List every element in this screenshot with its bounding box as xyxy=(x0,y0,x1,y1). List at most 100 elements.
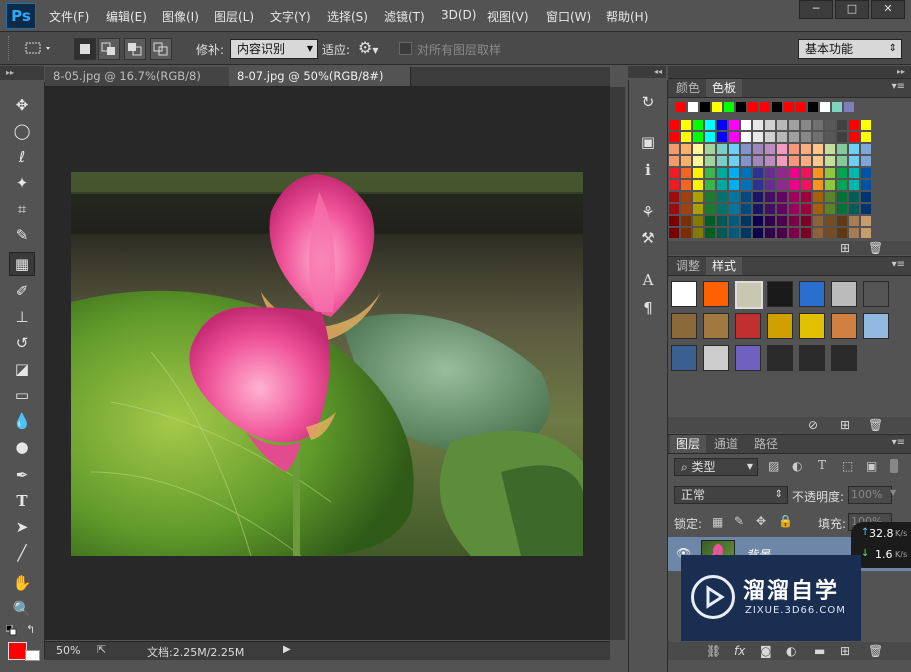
color-swatch[interactable] xyxy=(741,216,751,226)
color-swatch[interactable] xyxy=(861,180,871,190)
character-icon[interactable]: A xyxy=(638,270,658,290)
new-swatch-icon[interactable]: ⊞ xyxy=(840,241,850,255)
vertical-scrollbar[interactable] xyxy=(610,87,625,640)
color-swatch[interactable] xyxy=(849,204,859,214)
color-swatch[interactable] xyxy=(825,192,835,202)
color-swatch[interactable] xyxy=(801,216,811,226)
line-tool-icon[interactable]: ╱ xyxy=(10,542,34,564)
gradient-tool-icon[interactable]: ▭ xyxy=(10,384,34,406)
color-swatch[interactable] xyxy=(837,180,847,190)
style-preset[interactable] xyxy=(831,313,857,339)
link-layers-icon[interactable]: ⛓ xyxy=(706,644,721,658)
color-swatch[interactable] xyxy=(777,156,787,166)
style-preset[interactable] xyxy=(767,281,793,307)
type-tool-icon[interactable]: T xyxy=(10,490,34,512)
color-swatch[interactable] xyxy=(837,228,847,238)
color-swatch[interactable] xyxy=(729,228,739,238)
color-swatch[interactable] xyxy=(789,192,799,202)
color-swatch[interactable] xyxy=(681,204,691,214)
magic-wand-tool-icon[interactable]: ✦ xyxy=(10,172,34,194)
tab-swatches[interactable]: 色板 xyxy=(706,79,743,97)
color-swatch[interactable] xyxy=(729,192,739,202)
group-folder-icon[interactable]: ▬ xyxy=(814,644,825,658)
color-swatch[interactable] xyxy=(753,120,763,130)
color-swatch[interactable] xyxy=(741,228,751,238)
default-colors-icon[interactable] xyxy=(5,624,18,637)
color-swatch[interactable] xyxy=(741,192,751,202)
color-swatch[interactable] xyxy=(765,120,775,130)
color-swatch[interactable] xyxy=(765,144,775,154)
recent-swatch[interactable] xyxy=(748,102,758,112)
info-icon[interactable]: ℹ xyxy=(638,160,658,180)
color-swatch[interactable] xyxy=(837,192,847,202)
trash-icon[interactable]: 🗑 xyxy=(868,644,883,658)
color-swatch[interactable] xyxy=(849,180,859,190)
path-selection-tool-icon[interactable]: ➤ xyxy=(10,516,34,538)
zoom-level[interactable]: 50% xyxy=(56,644,80,657)
color-swatch[interactable] xyxy=(825,168,835,178)
filter-shape-icon[interactable]: ⬚ xyxy=(842,459,853,473)
color-swatch[interactable] xyxy=(777,132,787,142)
style-preset[interactable] xyxy=(671,281,697,307)
panel-menu-icon[interactable]: ▾≡ xyxy=(892,259,905,270)
color-swatch[interactable] xyxy=(669,228,679,238)
new-selection-icon[interactable] xyxy=(74,38,96,60)
color-swatch[interactable] xyxy=(789,156,799,166)
style-preset[interactable] xyxy=(703,281,729,307)
trash-icon[interactable]: 🗑 xyxy=(868,241,883,255)
color-swatch[interactable] xyxy=(825,144,835,154)
color-swatch[interactable] xyxy=(861,228,871,238)
clone-stamp-tool-icon[interactable]: ⊥ xyxy=(10,306,34,328)
filter-toggle[interactable] xyxy=(890,459,898,473)
adapt-gear-icon[interactable]: ⚙▼ xyxy=(358,38,384,58)
strip-collapse-icon[interactable]: ◂◂ xyxy=(628,66,666,78)
menu-filter[interactable]: 滤镜(T) xyxy=(384,8,425,25)
add-selection-icon[interactable] xyxy=(98,38,120,60)
opacity-dropdown-icon[interactable]: ▼ xyxy=(890,488,896,497)
color-swatch[interactable] xyxy=(777,120,787,130)
color-swatch[interactable] xyxy=(837,204,847,214)
recent-swatch[interactable] xyxy=(700,102,710,112)
style-preset[interactable] xyxy=(831,281,857,307)
color-swatch[interactable] xyxy=(705,156,715,166)
color-swatch[interactable] xyxy=(753,156,763,166)
pen-tool-icon[interactable]: ✒ xyxy=(10,464,34,486)
color-swatch[interactable] xyxy=(837,132,847,142)
color-swatch[interactable] xyxy=(741,144,751,154)
color-swatch[interactable] xyxy=(705,144,715,154)
color-swatch[interactable] xyxy=(729,204,739,214)
color-swatch[interactable] xyxy=(765,168,775,178)
color-swatch[interactable] xyxy=(777,204,787,214)
style-preset[interactable] xyxy=(703,345,729,371)
style-preset[interactable] xyxy=(671,345,697,371)
recent-swatch[interactable] xyxy=(796,102,806,112)
marquee-tool-icon[interactable]: ◯ xyxy=(10,120,34,142)
menu-select[interactable]: 选择(S) xyxy=(327,8,368,25)
color-swatch[interactable] xyxy=(705,132,715,142)
color-swatch[interactable] xyxy=(789,204,799,214)
color-swatch[interactable] xyxy=(801,204,811,214)
color-swatch[interactable] xyxy=(849,132,859,142)
color-swatch[interactable] xyxy=(669,216,679,226)
color-swatch[interactable] xyxy=(717,156,727,166)
menu-file[interactable]: 文件(F) xyxy=(49,8,89,25)
color-swatch[interactable] xyxy=(729,132,739,142)
color-swatch[interactable] xyxy=(837,120,847,130)
color-swatch[interactable] xyxy=(717,180,727,190)
recent-swatch[interactable] xyxy=(724,102,734,112)
eyedropper-tool-icon[interactable]: ✎ xyxy=(10,224,34,246)
move-tool-icon[interactable]: ✥ xyxy=(10,94,34,116)
minimize-button[interactable]: ─ xyxy=(799,0,833,19)
color-swatch[interactable] xyxy=(765,228,775,238)
style-preset[interactable] xyxy=(767,345,793,371)
style-preset[interactable] xyxy=(863,281,889,307)
recent-swatch[interactable] xyxy=(676,102,686,112)
color-swatch[interactable] xyxy=(693,228,703,238)
color-swatch[interactable] xyxy=(753,144,763,154)
style-preset[interactable] xyxy=(831,345,857,371)
filter-smart-object-icon[interactable]: ▣ xyxy=(866,459,877,473)
color-swatch[interactable] xyxy=(777,168,787,178)
color-swatch[interactable] xyxy=(837,156,847,166)
close-button[interactable]: ✕ xyxy=(871,0,905,19)
tab-paths[interactable]: 路径 xyxy=(748,435,784,453)
